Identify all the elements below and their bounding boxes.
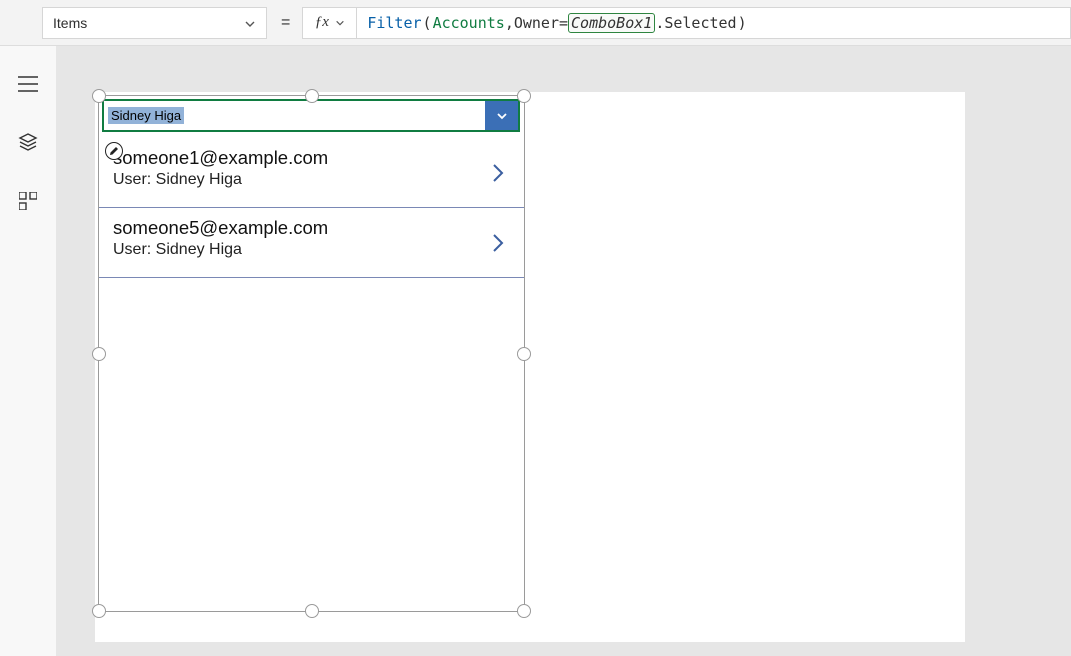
app-screen: Sidney Higa someone1@example.com User: S… — [95, 92, 965, 642]
formula-token-field: Owner — [514, 14, 559, 32]
formula-bar: Items = ƒx Filter( Accounts, Owner = Com… — [0, 0, 1071, 46]
formula-token-control: ComboBox1 — [568, 13, 655, 33]
list-item[interactable]: someone1@example.com User: Sidney Higa — [99, 138, 524, 208]
formula-token-table: Accounts — [433, 14, 505, 32]
resize-handle[interactable] — [92, 604, 106, 618]
edit-template-icon[interactable] — [105, 142, 123, 160]
property-name: Items — [53, 15, 87, 31]
list-item-subtitle: User: Sidney Higa — [113, 241, 510, 259]
equals-label: = — [281, 14, 290, 32]
list-item-title: someone5@example.com — [113, 217, 510, 239]
formula-input[interactable]: Filter( Accounts, Owner = ComboBox1.Sele… — [356, 7, 1071, 39]
chevron-right-icon[interactable] — [490, 162, 506, 184]
combobox-value: Sidney Higa — [104, 101, 485, 130]
formula-token-function: Filter — [367, 14, 421, 32]
hamburger-icon[interactable] — [18, 76, 38, 92]
left-tool-rail — [0, 46, 57, 656]
chevron-down-icon — [244, 18, 256, 30]
fx-button[interactable]: ƒx — [302, 7, 356, 39]
resize-handle[interactable] — [517, 89, 531, 103]
layers-icon[interactable] — [18, 132, 38, 152]
formula-token-comma: , — [505, 14, 514, 32]
resize-handle[interactable] — [92, 89, 106, 103]
gallery-control[interactable]: Sidney Higa someone1@example.com User: S… — [98, 95, 525, 612]
chevron-right-icon[interactable] — [490, 232, 506, 254]
chevron-down-icon — [335, 18, 345, 28]
fx-icon: ƒx — [315, 14, 329, 31]
design-canvas[interactable]: Sidney Higa someone1@example.com User: S… — [57, 46, 1071, 656]
combobox-dropdown-button[interactable] — [485, 101, 518, 130]
list-item[interactable]: someone5@example.com User: Sidney Higa — [99, 208, 524, 278]
list-item-subtitle: User: Sidney Higa — [113, 171, 510, 189]
property-selector[interactable]: Items — [42, 7, 267, 39]
components-icon[interactable] — [19, 192, 37, 210]
resize-handle[interactable] — [305, 604, 319, 618]
resize-handle[interactable] — [305, 89, 319, 103]
resize-handle[interactable] — [517, 604, 531, 618]
formula-token-member: .Selected — [655, 14, 736, 32]
combobox[interactable]: Sidney Higa — [102, 99, 520, 132]
list-item-title: someone1@example.com — [113, 147, 510, 169]
chevron-down-icon — [495, 109, 509, 123]
formula-token-paren: ( — [422, 14, 433, 32]
formula-token-paren: ) — [737, 14, 748, 32]
resize-handle[interactable] — [92, 347, 106, 361]
resize-handle[interactable] — [517, 347, 531, 361]
formula-token-eq: = — [559, 14, 568, 32]
combobox-selected-text: Sidney Higa — [108, 107, 184, 124]
